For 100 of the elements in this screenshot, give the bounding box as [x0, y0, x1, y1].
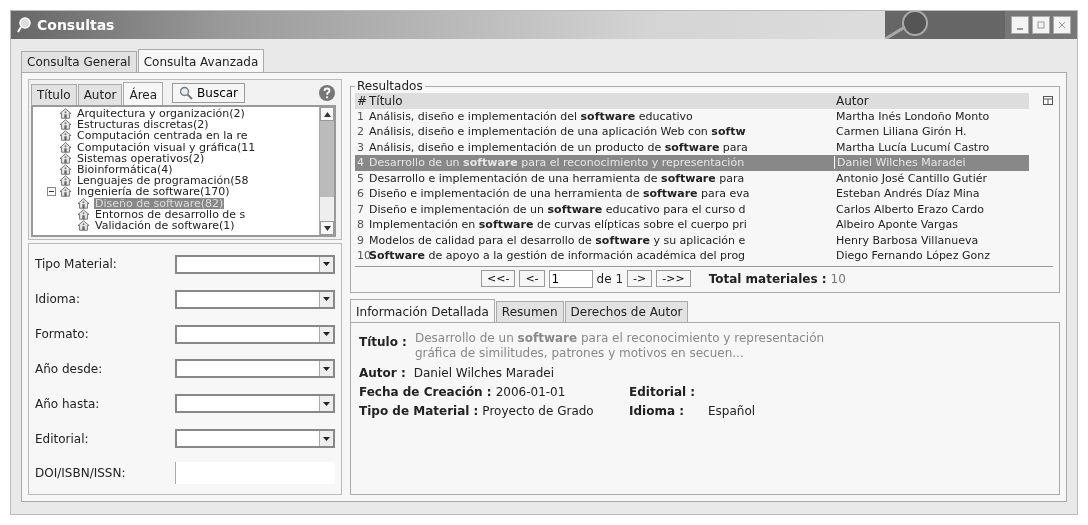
tree-item[interactable]: Validación de software(1): [94, 219, 236, 231]
caret-icon: [323, 297, 330, 302]
last-page-button[interactable]: ->>: [656, 270, 691, 287]
house-icon: [77, 208, 90, 220]
field-label: Fecha de Creación :: [359, 384, 492, 399]
language-value: Español: [708, 403, 756, 418]
tree-item[interactable]: Computación visual y gráfica(11: [76, 141, 257, 153]
column-chooser-icon[interactable]: [1043, 96, 1053, 106]
group-title: Resultados: [356, 79, 424, 93]
tab[interactable]: Resumen: [495, 300, 564, 322]
page-field[interactable]: 1: [548, 269, 593, 288]
field-label: Título :: [359, 333, 407, 349]
tree-item[interactable]: Sistemas operativos(2): [76, 152, 206, 164]
field-label: Año hasta:: [35, 396, 101, 411]
tab[interactable]: Consulta Avanzada: [137, 49, 265, 72]
house-icon: [59, 152, 72, 164]
table-cell-text: Henry Barbosa Villanueva: [835, 233, 980, 247]
table-row[interactable]: 6 Diseño e implementación de una herramienta de software para eva Esteban Andrés Díaz Mina: [355, 186, 1029, 202]
tree-item[interactable]: Estructuras discretas(2): [76, 119, 210, 131]
tab[interactable]: Derechos de Autor: [564, 300, 689, 322]
table-cell-text: 8: [356, 218, 365, 232]
column-header[interactable]: Título: [369, 93, 834, 108]
tab[interactable]: Consulta General: [21, 51, 137, 72]
field-label: Formato:: [35, 327, 90, 342]
total-label: Total materiales :: [708, 271, 827, 286]
table-row[interactable]: 8 Implementación en software de curvas elípticas sobre el cuerpo pri Albeiro Aponte Vargas: [355, 217, 1029, 233]
table-cell-text: Análisis, diseño e implementación del software educativo: [369, 109, 694, 123]
table-cell-text: Antonio José Cantillo Gutiér: [835, 171, 989, 185]
table-cell-text: Desarrollo e implementación de una herramienta de software para: [369, 171, 746, 185]
house-icon: [59, 141, 72, 153]
help-icon[interactable]: [318, 84, 336, 102]
maximize-icon: [1036, 20, 1046, 30]
tab[interactable]: Área: [123, 82, 164, 105]
table-cell-text: Software de apoyo a la gestión de información académica del prog: [369, 249, 747, 263]
table-cell-text: 1: [356, 109, 365, 123]
input-field[interactable]: [175, 462, 335, 485]
table-cell-text: Diseño e implementación de un software educativo para el curso d: [369, 202, 747, 216]
type-value: Proyecto de Grado: [482, 403, 594, 418]
previous-page-button[interactable]: <-: [519, 270, 545, 287]
column-header[interactable]: Autor: [834, 93, 1028, 108]
table-cell-text: Martha Inés Londoño Monto: [835, 109, 991, 123]
title-value: Desarrollo de un software para el reconocimiento y representación gráfica de similitudes, patrones y motivos en secuen...: [414, 330, 826, 361]
table-cell-text: Implementación en software de curvas elípticas sobre el cuerpo pri: [369, 218, 748, 232]
table-cell-text: Análisis, diseño e implementación de una aplicación Web con softw: [369, 125, 747, 139]
table-row[interactable]: 9 Modelos de calidad para el desarrollo de software y su aplicación e Henry Barbosa Villanueva: [355, 232, 1029, 248]
dropdown-field[interactable]: [175, 254, 335, 274]
table-row[interactable]: 3 Análisis, diseño e implementación de un producto de software para Martha Lucía Lucumí Castro: [355, 139, 1029, 155]
column-header[interactable]: #: [355, 93, 369, 108]
field-label: Tipo Material:: [35, 257, 118, 272]
tab[interactable]: Título: [31, 84, 77, 105]
house-icon: [59, 164, 72, 176]
field-label: Año desde:: [35, 361, 104, 376]
table-row[interactable]: 7 Diseño e implementación de un software educativo para el curso d Carlos Alberto Erazo Cardo: [355, 201, 1029, 217]
arrow-down-icon[interactable]: [323, 225, 331, 231]
next-page-button[interactable]: ->: [627, 270, 653, 287]
minimize-icon: [1017, 28, 1023, 30]
tree-item[interactable]: Lenguajes de programación(58: [76, 175, 250, 187]
close-button[interactable]: [1053, 16, 1071, 34]
dropdown-field[interactable]: [175, 289, 335, 309]
field-label: Editorial :: [629, 384, 696, 399]
table-cell-text: 6: [356, 187, 365, 201]
house-icon: [59, 108, 72, 120]
maximize-button[interactable]: [1032, 16, 1050, 34]
dropdown-field[interactable]: [175, 324, 335, 344]
table-row[interactable]: 10Software de apoyo a la gestión de información académica del prog Diego Fernando López Gonz: [355, 248, 1029, 264]
page-count: de 1: [596, 271, 624, 286]
search-button[interactable]: Buscar: [172, 83, 246, 103]
minimize-button[interactable]: [1011, 16, 1029, 34]
table-cell-text: Diseño e implementación de una herramienta de software para eva: [369, 187, 751, 201]
tree-item[interactable]: Computación centrada en la re: [76, 130, 249, 142]
dropdown-field[interactable]: [175, 394, 335, 414]
dropdown-field[interactable]: [175, 359, 335, 379]
tab[interactable]: Información Detallada: [350, 298, 495, 322]
scrollbar[interactable]: [319, 107, 334, 235]
table-cell-text: Análisis, diseño e implementación de un producto de software para: [369, 140, 749, 154]
caret-icon: [323, 262, 330, 267]
table-row[interactable]: 2 Análisis, diseño e implementación de una aplicación Web con softw Carmen Liliana Girón H.: [355, 124, 1029, 140]
close-icon: [1057, 20, 1067, 30]
first-page-button[interactable]: <<-: [481, 270, 516, 287]
tree-item[interactable]: Entornos de desarrollo de s: [94, 208, 247, 220]
tree-item[interactable]: Arquitectura y organización(2): [76, 108, 246, 120]
house-icon: [77, 219, 90, 231]
search-icon: [179, 86, 194, 100]
table-cell-text: 2: [356, 125, 365, 139]
table-cell-text: Modelos de calidad para el desarrollo de software y su aplicación e: [369, 233, 747, 247]
caret-icon: [323, 436, 330, 441]
table-cell-text: Albeiro Aponte Vargas: [835, 218, 959, 232]
collapse-toggle[interactable]: [47, 187, 59, 197]
tree-item[interactable]: Ingeniería de software(170): [76, 186, 231, 198]
tree-item[interactable]: Bioinformática(4): [76, 164, 174, 176]
arrow-up-icon[interactable]: [323, 111, 331, 117]
table-cell-text: 5: [356, 171, 365, 185]
tab[interactable]: Autor: [77, 84, 123, 105]
table-cell-text: Martha Lucía Lucumí Castro: [835, 140, 991, 154]
house-icon: [77, 197, 90, 209]
table-cell-text: Esteban Andrés Díaz Mina: [835, 187, 981, 201]
table-cell-text: Carlos Alberto Erazo Cardo: [835, 202, 986, 216]
table-row[interactable]: 5 Desarrollo e implementación de una herramienta de software para Antonio José Cantillo Gutiér: [355, 170, 1029, 186]
table-row[interactable]: 1 Análisis, diseño e implementación del software educativo Martha Inés Londoño Monto: [355, 108, 1029, 124]
dropdown-field[interactable]: [175, 429, 335, 449]
